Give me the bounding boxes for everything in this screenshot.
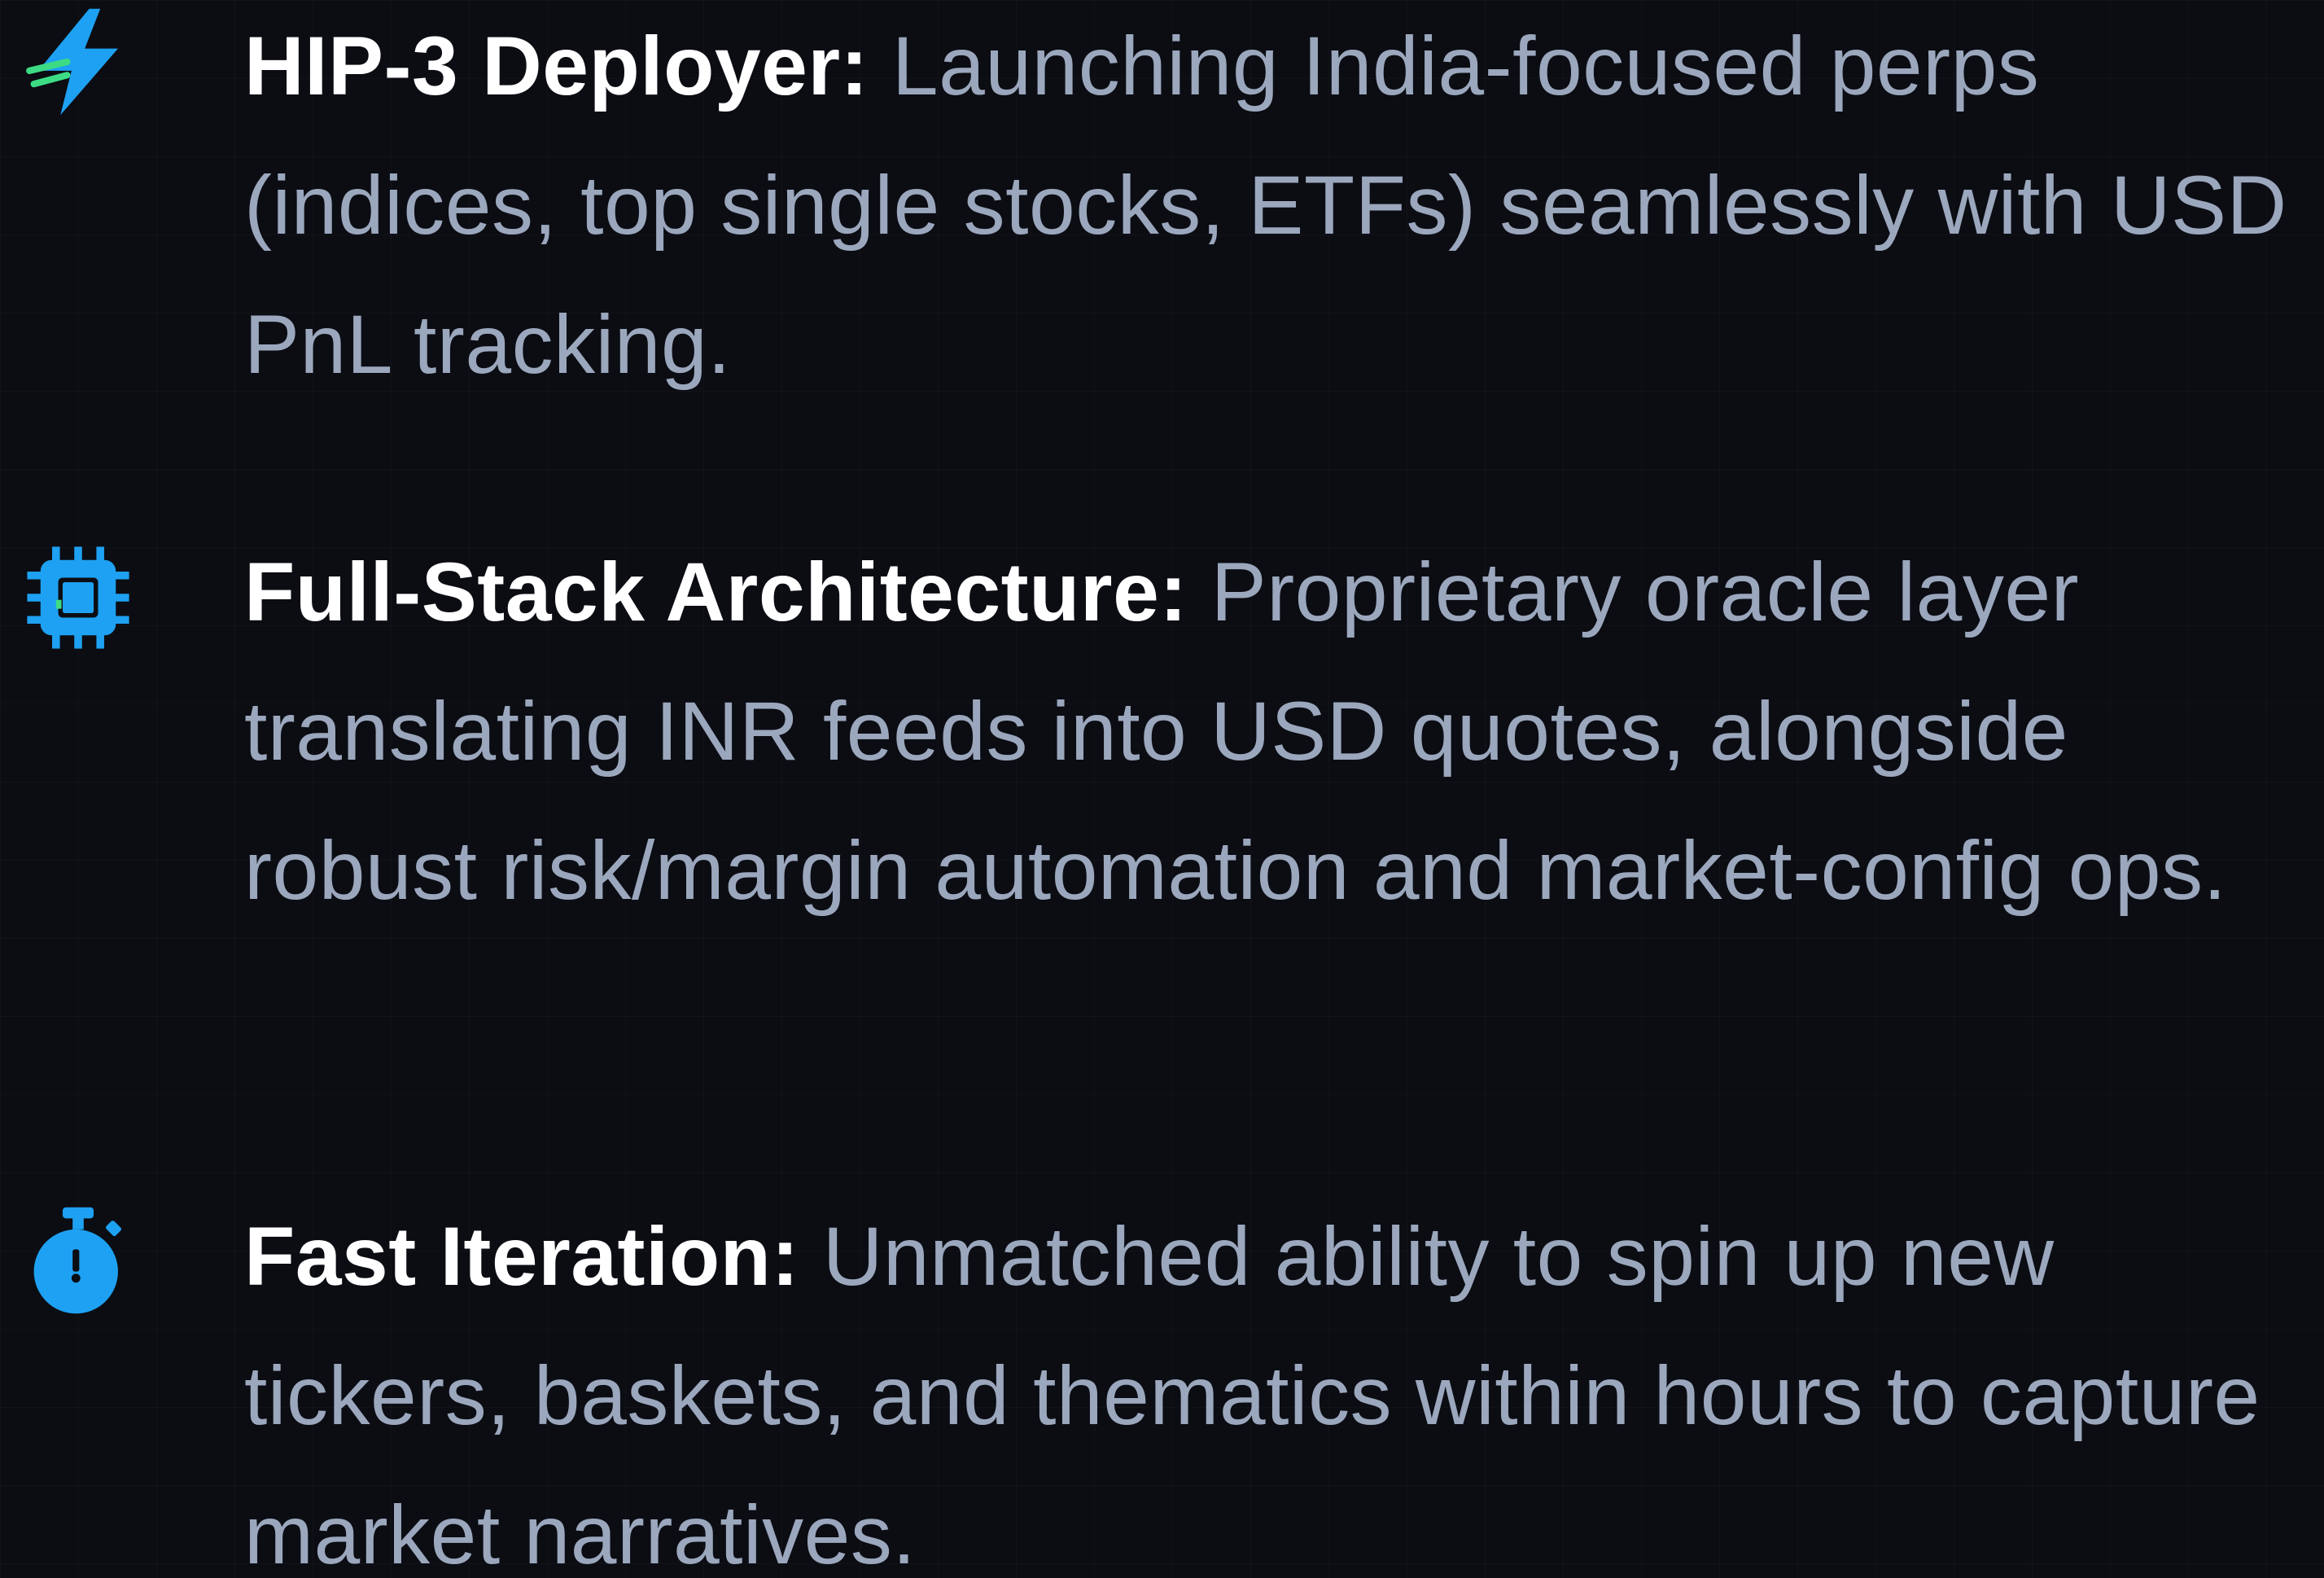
feature-label: Full-Stack Architecture: xyxy=(244,546,1188,638)
stopwatch-icon xyxy=(23,1205,133,1316)
feature-label: Fast Iteration: xyxy=(244,1210,799,1303)
feature-text: Fast Iteration: Unmatched ability to spi… xyxy=(244,1187,2312,1578)
cpu-chip-icon xyxy=(23,542,133,653)
feature-label: HIP-3 Deployer: xyxy=(244,20,869,112)
feature-text: Full-Stack Architecture: Proprietary ora… xyxy=(244,523,2312,940)
lightning-bolt-icon xyxy=(23,7,133,117)
feature-text: HIP-3 Deployer: Launching India-focused … xyxy=(244,0,2312,414)
feature-list: HIP-3 Deployer: Launching India-focused … xyxy=(0,0,2324,1578)
